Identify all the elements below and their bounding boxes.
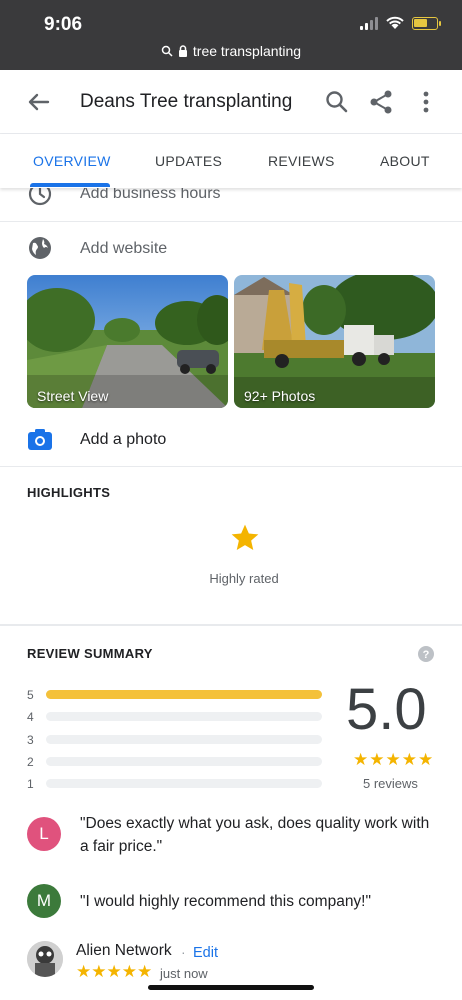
avatar: L	[27, 817, 61, 851]
photos-thumbnail[interactable]: 92+ Photos	[234, 275, 435, 408]
camera-icon	[28, 429, 52, 450]
rating-bar	[46, 712, 322, 721]
home-indicator	[148, 985, 314, 990]
separator: ·	[181, 944, 186, 960]
review-summary-title: REVIEW SUMMARY	[27, 646, 153, 661]
tab-bar: OVERVIEW UPDATES REVIEWS ABOUT	[0, 134, 462, 188]
address-bar[interactable]: tree transplanting	[0, 43, 462, 59]
add-photo-label: Add a photo	[80, 431, 167, 448]
tab-about[interactable]: ABOUT	[380, 153, 430, 169]
lock-icon	[178, 45, 187, 57]
search-icon[interactable]	[321, 86, 353, 118]
rating-bar-label: 2	[27, 755, 34, 769]
highlight-label: Highly rated	[209, 571, 279, 586]
globe-icon	[29, 237, 51, 259]
status-time: 9:06	[44, 14, 83, 35]
add-photo-row[interactable]: Add a photo	[0, 424, 462, 456]
url-text: tree transplanting	[192, 43, 302, 59]
help-icon[interactable]: ?	[418, 646, 434, 662]
wifi-icon	[386, 16, 404, 29]
rating-score: 5.0	[346, 677, 427, 742]
review-time: just now	[160, 966, 208, 981]
star-icon	[231, 524, 259, 550]
rating-bar-label: 3	[27, 733, 34, 747]
active-tab-indicator	[30, 183, 110, 187]
divider	[0, 466, 462, 467]
rating-bar-label: 1	[27, 777, 34, 791]
status-icons	[360, 16, 441, 30]
tab-updates[interactable]: UPDATES	[155, 153, 222, 169]
user-avatar	[27, 941, 63, 977]
rating-stars: ★★★★★	[353, 750, 435, 769]
divider	[0, 624, 462, 626]
rating-bar	[46, 779, 322, 788]
more-options-icon[interactable]	[410, 86, 442, 118]
photos-caption: 92+ Photos	[244, 388, 316, 404]
avatar: M	[27, 884, 61, 918]
rating-bar-label: 5	[27, 688, 34, 702]
user-avatar-image	[27, 941, 63, 977]
rating-bar	[46, 690, 322, 699]
user-review-stars: ★★★★★	[76, 962, 153, 981]
back-arrow-icon[interactable]	[22, 86, 54, 118]
review-author: Alien Network	[76, 942, 172, 959]
street-view-caption: Street View	[37, 388, 109, 404]
rating-bar	[46, 757, 322, 766]
street-view-thumbnail[interactable]: Street View	[27, 275, 228, 408]
divider	[0, 221, 462, 222]
search-icon	[161, 45, 173, 57]
svg-text:?: ?	[423, 649, 430, 661]
highlights-title: HIGHLIGHTS	[27, 485, 111, 500]
status-bar: 9:06 tree transplanting	[0, 0, 462, 70]
tab-overview[interactable]: OVERVIEW	[33, 153, 111, 169]
review-snippet[interactable]: "Does exactly what you ask, does quality…	[80, 812, 430, 858]
add-website-row[interactable]: Add website	[0, 232, 462, 266]
battery-icon	[412, 16, 441, 30]
review-snippet[interactable]: "I would highly recommend this company!"	[80, 890, 430, 913]
rating-bar-label: 4	[27, 710, 34, 724]
rating-bar-fill	[46, 690, 322, 699]
edit-review-link[interactable]: Edit	[193, 945, 218, 961]
rating-bar	[46, 735, 322, 744]
signal-icon	[360, 16, 378, 30]
tab-reviews[interactable]: REVIEWS	[268, 153, 335, 169]
page-title: Deans Tree transplanting	[80, 91, 293, 112]
add-website-label: Add website	[80, 240, 168, 257]
app-bar: Deans Tree transplanting	[0, 70, 462, 134]
share-icon[interactable]	[365, 86, 397, 118]
review-count-link[interactable]: 5 reviews	[363, 776, 418, 791]
